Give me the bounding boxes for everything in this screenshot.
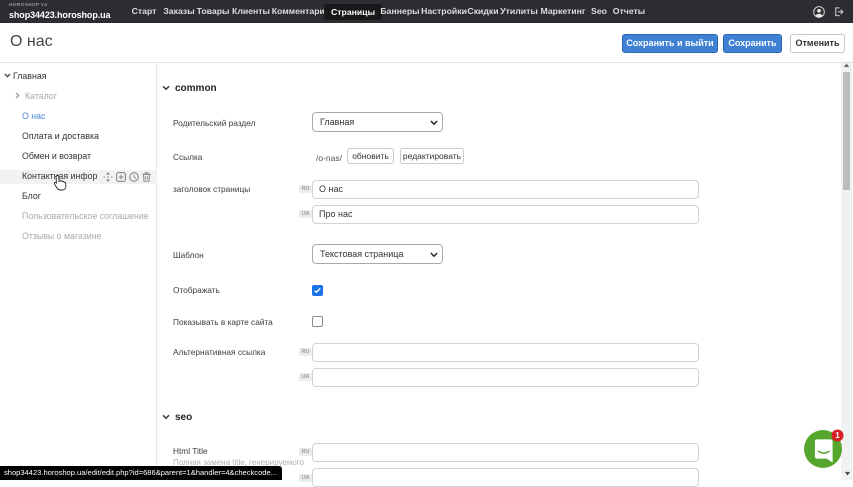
svg-text:1: 1 xyxy=(835,431,840,440)
